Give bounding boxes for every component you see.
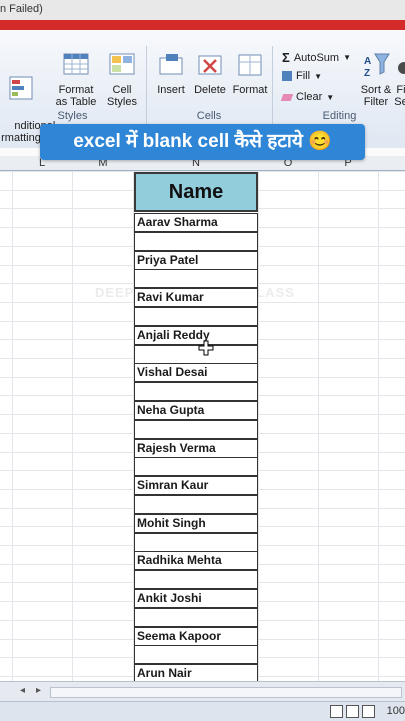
editing-group-label: Editing: [322, 110, 357, 122]
binoculars-icon: [398, 62, 405, 74]
name-cell[interactable]: Aarav Sharma: [134, 213, 258, 232]
format-label: Format: [232, 84, 268, 96]
name-cell[interactable]: Radhika Mehta: [134, 551, 258, 571]
cell-styles-icon: [109, 53, 135, 75]
fill-down-icon: [282, 71, 292, 81]
chevron-down-icon: ▼: [343, 53, 351, 62]
window-title: n Failed): [0, 3, 43, 15]
name-header-cell[interactable]: Name: [134, 172, 258, 212]
page-layout-icon[interactable]: [346, 705, 359, 718]
scroll-right-icon[interactable]: ▸: [36, 685, 41, 696]
error-banner: [0, 20, 405, 30]
find-select-label: Fi Se: [394, 84, 405, 108]
status-bar: 100: [0, 701, 405, 721]
eraser-icon: [280, 93, 294, 101]
autosum-label: AutoSum: [293, 51, 340, 64]
title-bar: n Failed): [0, 0, 405, 21]
name-cell[interactable]: Vishal Desai: [134, 363, 258, 383]
blank-cell[interactable]: [134, 607, 258, 627]
video-caption: excel में blank cell कैसे हटाये 😊: [40, 124, 365, 160]
blank-cell[interactable]: [134, 645, 258, 665]
blank-cell[interactable]: [134, 457, 258, 477]
delete-button[interactable]: Delete: [191, 50, 229, 96]
cell-cursor-icon: [198, 340, 214, 356]
name-cell[interactable]: Simran Kaur: [134, 476, 258, 496]
conditional-formatting-icon: [9, 76, 33, 100]
name-cell[interactable]: Neha Gupta: [134, 401, 258, 420]
name-cell[interactable]: Priya Patel: [134, 250, 258, 270]
fill-button[interactable]: Fill ▼: [282, 70, 322, 82]
scroll-left-icon[interactable]: ◂: [20, 685, 25, 696]
blank-cell[interactable]: [134, 231, 258, 251]
blank-cell[interactable]: [134, 344, 258, 364]
grid-line: [318, 171, 319, 681]
format-as-table-label: Format as Table: [55, 84, 97, 108]
name-cell[interactable]: Ravi Kumar: [134, 288, 258, 308]
blank-cell[interactable]: [134, 382, 258, 402]
name-cell[interactable]: Seema Kapoor: [134, 626, 258, 646]
insert-cells-icon: [159, 54, 183, 75]
svg-text:Z: Z: [364, 68, 370, 79]
grid-line: [72, 171, 73, 681]
name-cell[interactable]: Mohit Singh: [134, 513, 258, 533]
clear-label: Clear: [296, 91, 323, 103]
insert-button[interactable]: Insert: [152, 50, 190, 96]
grid-line: [258, 171, 259, 681]
fill-label: Fill: [296, 70, 311, 82]
delete-cells-icon: [198, 55, 222, 75]
find-select-button[interactable]: Fi Se: [394, 50, 405, 108]
sort-filter-button[interactable]: A Z Sort & Filter: [358, 50, 394, 108]
chevron-down-icon: ▼: [326, 92, 335, 102]
blank-cell[interactable]: [134, 419, 258, 439]
blank-cell[interactable]: [134, 532, 258, 552]
format-as-table-button[interactable]: Format as Table: [52, 50, 100, 108]
name-cell[interactable]: Rajesh Verma: [134, 438, 258, 458]
clear-button[interactable]: Clear ▼: [280, 91, 335, 103]
grid-line: [378, 171, 379, 681]
cell-styles-button[interactable]: Cell Styles: [102, 50, 142, 108]
name-cell[interactable]: Ankit Joshi: [134, 589, 258, 608]
sheet-tabs-bar: ◂ ▸: [0, 681, 405, 702]
grid-line: [12, 171, 13, 681]
styles-group-label: Styles: [57, 110, 88, 122]
cells-group-label: Cells: [196, 110, 222, 122]
sigma-icon: Σ: [282, 50, 290, 65]
format-cells-icon: [238, 54, 262, 76]
format-button[interactable]: Format: [230, 50, 270, 96]
format-as-table-icon: [63, 53, 89, 75]
normal-view-icon[interactable]: [330, 705, 343, 718]
svg-text:A: A: [364, 56, 371, 67]
sort-filter-icon: A Z: [364, 53, 390, 79]
horizontal-scrollbar[interactable]: [50, 687, 402, 698]
sort-filter-label: Sort & Filter: [360, 84, 392, 108]
blank-cell[interactable]: [134, 269, 258, 289]
autosum-button[interactable]: Σ AutoSum ▼: [282, 50, 351, 65]
zoom-level[interactable]: 100: [387, 705, 405, 717]
cell-styles-label: Cell Styles: [107, 84, 137, 108]
page-break-icon[interactable]: [362, 705, 375, 718]
chevron-down-icon: ▼: [314, 71, 322, 81]
blank-cell[interactable]: [134, 307, 258, 326]
delete-label: Delete: [194, 84, 226, 96]
insert-label: Insert: [157, 84, 185, 96]
blank-cell[interactable]: [134, 495, 258, 514]
name-cell[interactable]: Anjali Reddy: [134, 325, 258, 345]
blank-cell[interactable]: [134, 570, 258, 590]
